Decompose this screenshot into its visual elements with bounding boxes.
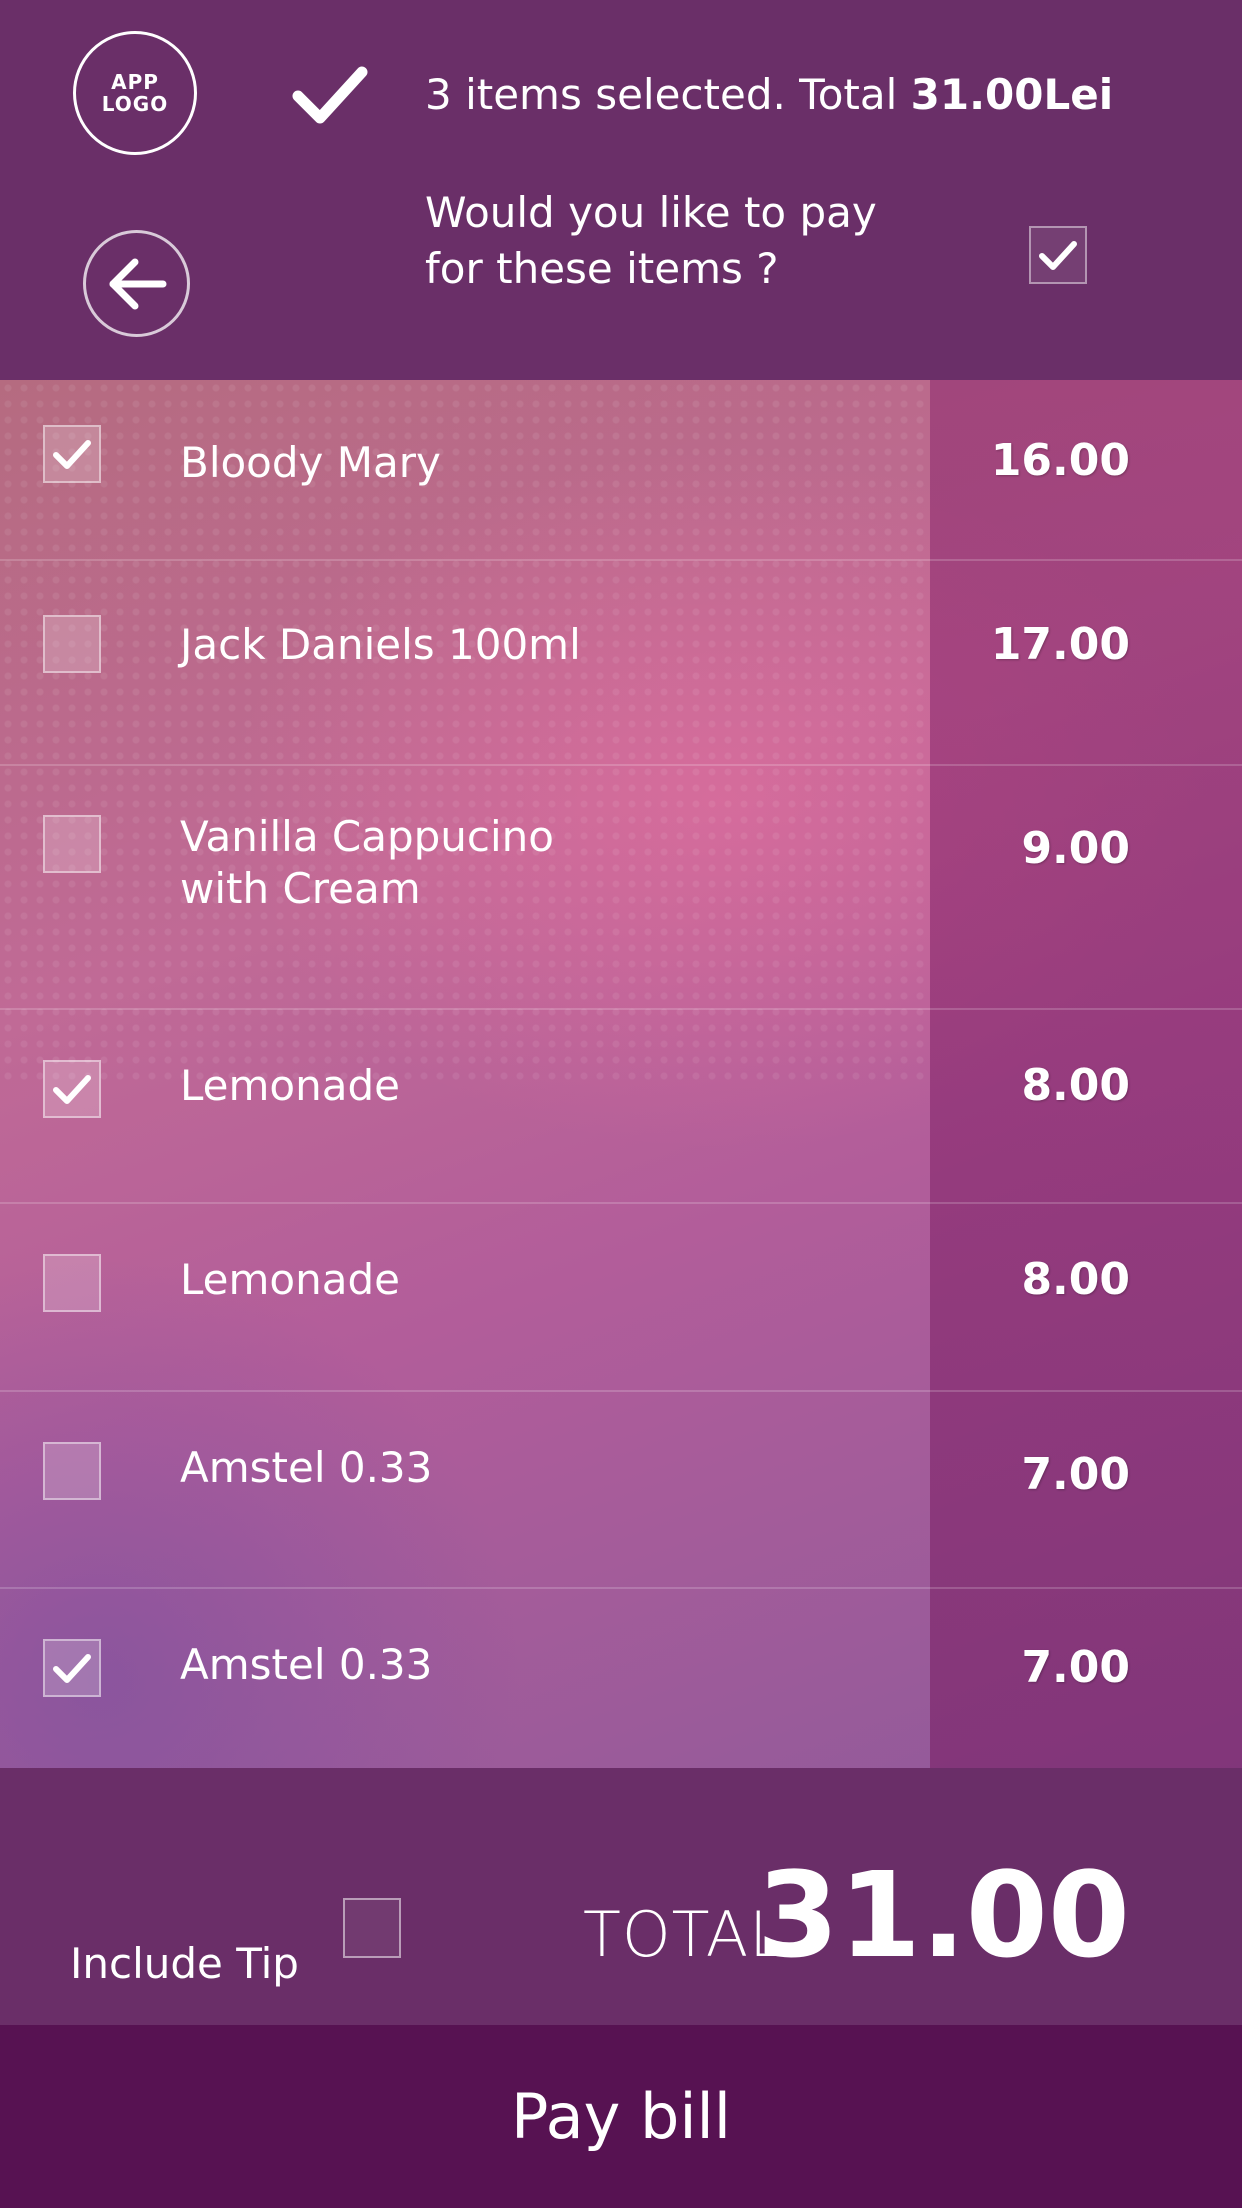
item-checkbox[interactable]: [43, 815, 101, 873]
list-item[interactable]: Bloody Mary 16.00: [0, 380, 1242, 561]
item-name: Jack Daniels 100ml: [180, 620, 581, 669]
logo-line1: APP: [111, 70, 159, 94]
item-price: 8.00: [1021, 1060, 1130, 1111]
list-item[interactable]: Jack Daniels 100ml 17.00: [0, 561, 1242, 766]
item-price: 17.00: [990, 619, 1130, 670]
list-item[interactable]: Lemonade 8.00: [0, 1010, 1242, 1204]
items-list: Bloody Mary 16.00 Jack Daniels 100ml 17.00 V…: [0, 380, 1242, 1768]
total-label: TOTAL: [583, 1898, 785, 1971]
include-tip-checkbox[interactable]: [343, 1898, 401, 1958]
item-checkbox[interactable]: [43, 425, 101, 483]
summary-total: 31.00Lei: [910, 70, 1114, 119]
total-value: 31.00: [756, 1846, 1130, 1984]
selection-summary: 3 items selected. Total 31.00Lei: [425, 70, 1113, 120]
pay-question: Would you like to pay for these items ?: [425, 188, 877, 293]
list-item[interactable]: Amstel 0.33 7.00: [0, 1392, 1242, 1589]
item-price: 8.00: [1021, 1254, 1130, 1305]
logo-line2: LOGO: [101, 92, 169, 116]
item-price: 7.00: [1021, 1449, 1130, 1500]
tip-checkbox-box: [343, 1898, 401, 1958]
header: APP LOGO 3 items selected. Total 31.00Le…: [0, 0, 1242, 380]
item-checkbox[interactable]: [43, 1442, 101, 1500]
list-item[interactable]: Amstel 0.33 7.00: [0, 1589, 1242, 1768]
list-item[interactable]: Lemonade 8.00: [0, 1204, 1242, 1392]
item-checkbox[interactable]: [43, 1060, 101, 1118]
check-icon: [53, 440, 91, 469]
item-checkbox[interactable]: [43, 615, 101, 673]
item-price: 16.00: [990, 435, 1130, 486]
check-icon: [1039, 241, 1077, 270]
item-name: Amstel 0.33: [180, 1443, 433, 1492]
list-item[interactable]: Vanilla Cappucino with Cream 9.00: [0, 766, 1242, 1010]
pay-bill-button[interactable]: Pay bill: [0, 2025, 1242, 2208]
item-checkbox[interactable]: [43, 1254, 101, 1312]
pay-bill-label: Pay bill: [510, 2079, 732, 2153]
confirm-checkbox[interactable]: [1029, 226, 1087, 284]
check-icon: [53, 1654, 91, 1683]
summary-text: 3 items selected. Total: [425, 70, 911, 119]
back-button[interactable]: [83, 230, 190, 337]
item-name: Lemonade: [180, 1061, 400, 1110]
check-icon: [53, 1075, 91, 1104]
app-logo: APP LOGO: [73, 31, 197, 155]
item-name: Amstel 0.33: [180, 1640, 433, 1689]
item-name: Lemonade: [180, 1255, 400, 1304]
include-tip-label: Include Tip: [70, 1939, 299, 1988]
item-name: Bloody Mary: [180, 438, 441, 487]
item-checkbox[interactable]: [43, 1639, 101, 1697]
arrow-left-icon: [109, 258, 166, 309]
check-icon: [292, 66, 368, 124]
item-price: 7.00: [1021, 1642, 1130, 1693]
item-price: 9.00: [1021, 823, 1130, 874]
item-name: Vanilla Cappucino with Cream: [180, 812, 555, 913]
